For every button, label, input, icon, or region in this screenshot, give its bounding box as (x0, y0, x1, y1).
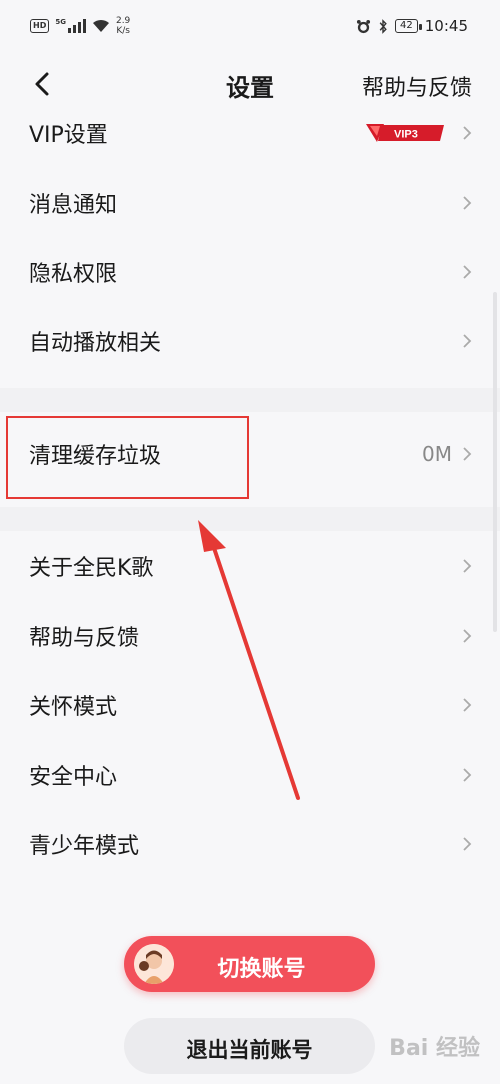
signal-icon: 5G (55, 19, 86, 33)
wifi-icon (92, 19, 109, 32)
speed-value: 2.9 (115, 16, 131, 26)
row-label: 青少年模式 (29, 834, 140, 859)
row-vip-settings[interactable]: VIP设置 VIP3 (0, 98, 500, 168)
chevron-right-icon (463, 265, 472, 279)
row-help-feedback[interactable]: 帮助与反馈 (0, 601, 500, 671)
chevron-right-icon (463, 126, 472, 140)
logout-label: 退出当前账号 (186, 1038, 313, 1062)
status-left: HD 5G 2.9 K/s (30, 16, 130, 36)
battery-icon: 42 (395, 19, 422, 33)
cache-size: 0M (422, 442, 452, 466)
chevron-right-icon (463, 768, 472, 782)
back-icon[interactable] (30, 68, 56, 100)
chevron-right-icon (463, 837, 472, 851)
row-care-mode[interactable]: 关怀模式 (0, 670, 500, 740)
chevron-right-icon (463, 334, 472, 348)
row-label: 消息通知 (29, 193, 118, 218)
row-label: 关怀模式 (29, 695, 118, 720)
vip-badge-icon: VIP3 (366, 124, 444, 142)
row-label: 帮助与反馈 (29, 626, 140, 651)
row-label: VIP设置 (29, 123, 108, 148)
chevron-right-icon (463, 698, 472, 712)
row-autoplay[interactable]: 自动播放相关 (0, 306, 500, 376)
chevron-right-icon (463, 559, 472, 573)
watermark-logo: Bai 经验 (389, 1036, 480, 1061)
row-label: 安全中心 (29, 765, 118, 790)
logout-button[interactable]: 退出当前账号 (124, 1018, 375, 1074)
status-right: 42 10:45 (356, 17, 468, 35)
switch-account-button[interactable]: 切换账号 (124, 936, 375, 992)
row-teen-mode[interactable]: 青少年模式 (0, 809, 500, 879)
hd-badge: HD (30, 19, 50, 33)
row-label: 隐私权限 (29, 262, 118, 287)
speed-unit: K/s (116, 26, 130, 36)
network-speed: 2.9 K/s (116, 16, 130, 36)
chevron-right-icon (463, 196, 472, 210)
scrollbar[interactable] (493, 292, 497, 632)
chevron-right-icon (463, 447, 472, 461)
vip-level-text: VIP3 (394, 129, 418, 141)
signal-label: 5G (55, 18, 66, 26)
row-label: 关于全民K歌 (29, 556, 154, 581)
section-divider (0, 507, 500, 531)
row-notifications[interactable]: 消息通知 (0, 168, 500, 238)
row-about[interactable]: 关于全民K歌 (0, 531, 500, 601)
row-security-center[interactable]: 安全中心 (0, 740, 500, 810)
bluetooth-icon (379, 18, 387, 34)
clock: 10:45 (424, 17, 468, 35)
alarm-icon (356, 19, 371, 33)
status-bar: HD 5G 2.9 K/s 42 10:45 (0, 0, 500, 56)
row-label: 自动播放相关 (29, 331, 162, 356)
section-divider (0, 388, 500, 412)
highlight-box-annotation (6, 416, 249, 499)
chevron-right-icon (463, 629, 472, 643)
row-privacy[interactable]: 隐私权限 (0, 237, 500, 307)
switch-account-label: 切换账号 (217, 957, 306, 982)
